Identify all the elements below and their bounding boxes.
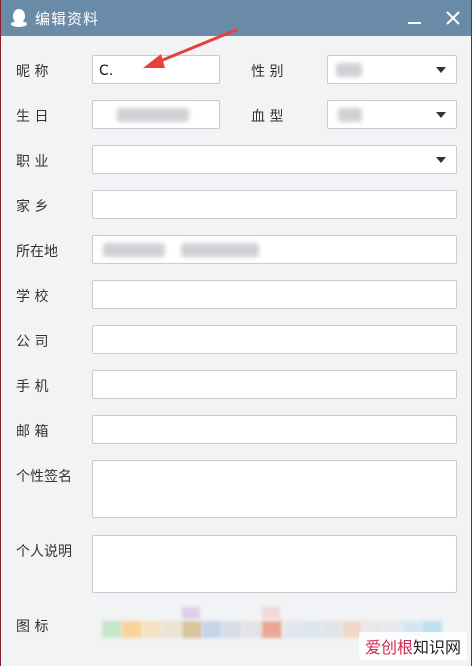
personal-desc-label: 个人说明 [16, 544, 72, 560]
nickname-value: C. [99, 63, 114, 79]
location-label: 所在地 [16, 244, 58, 260]
badge-icon[interactable] [142, 621, 162, 638]
location-input[interactable] [92, 235, 457, 264]
badge-icon[interactable] [222, 621, 242, 638]
badge-icon[interactable] [322, 621, 342, 638]
gender-label: 性 别 [251, 64, 284, 80]
badge-icon[interactable] [262, 621, 282, 638]
chevron-down-icon [436, 67, 446, 73]
school-input[interactable] [92, 280, 457, 309]
location-value-blurred [103, 243, 165, 257]
watermark-brand: 爱创根 [364, 638, 413, 657]
company-label: 公 司 [16, 334, 49, 350]
badge-icon[interactable] [122, 621, 142, 638]
blood-type-value-blurred [338, 108, 362, 122]
window-title: 编辑资料 [35, 10, 100, 28]
blood-type-label: 血 型 [251, 109, 284, 125]
signature-label: 个性签名 [16, 469, 72, 485]
edit-profile-window: 编辑资料 昵 称 C. 性 别 生 日 血 型 职 业 家 乡 所在地 学 校 … [1, 0, 471, 666]
badge-icon[interactable] [182, 607, 200, 619]
badge-icon[interactable] [162, 621, 182, 638]
email-label: 邮 箱 [16, 424, 49, 440]
badge-icon[interactable] [302, 621, 322, 638]
location-value-blurred [181, 243, 259, 257]
hometown-label: 家 乡 [16, 199, 49, 215]
badge-icon[interactable] [242, 621, 262, 638]
watermark-text: 知识网 [412, 638, 461, 657]
email-input[interactable] [92, 415, 457, 444]
badge-icon[interactable] [102, 621, 122, 638]
occupation-label: 职 业 [16, 154, 49, 170]
hometown-input[interactable] [92, 190, 457, 219]
nickname-label: 昵 称 [16, 64, 49, 80]
phone-label: 手 机 [16, 379, 49, 395]
watermark: 爱创根知识网 [358, 632, 467, 660]
minimize-button[interactable] [403, 6, 427, 30]
birthday-value-blurred [117, 108, 189, 122]
annotation-arrow [143, 28, 238, 68]
birthday-input[interactable] [92, 100, 220, 129]
badge-icon[interactable] [202, 621, 222, 638]
blood-type-select[interactable] [327, 100, 457, 129]
birthday-label: 生 日 [16, 109, 49, 125]
close-icon [446, 11, 460, 25]
gender-value-blurred [336, 63, 362, 77]
company-input[interactable] [92, 325, 457, 354]
personal-desc-textarea[interactable] [92, 535, 457, 593]
penguin-icon [11, 9, 27, 27]
badge-icon[interactable] [262, 607, 280, 619]
chevron-down-icon [436, 157, 446, 163]
occupation-select[interactable] [92, 145, 457, 174]
signature-textarea[interactable] [92, 460, 457, 518]
school-label: 学 校 [16, 289, 49, 305]
phone-input[interactable] [92, 370, 457, 399]
icons-label: 图 标 [16, 619, 49, 635]
badge-icon[interactable] [182, 621, 202, 638]
badge-icon[interactable] [282, 621, 302, 638]
close-button[interactable] [441, 6, 465, 30]
gender-select[interactable] [327, 55, 457, 84]
chevron-down-icon [436, 112, 446, 118]
